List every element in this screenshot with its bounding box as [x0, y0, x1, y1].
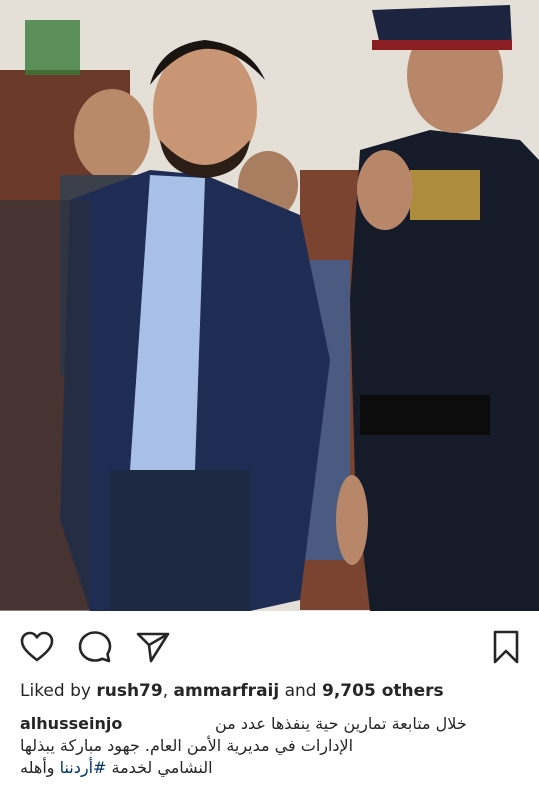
caption-line-1: خلال متابعة تمارين حية ينفذها عدد من	[215, 714, 467, 733]
caption-hashtag[interactable]: #أردننا	[60, 758, 107, 777]
likes-prefix: Liked by	[20, 681, 97, 701]
heart-icon[interactable]	[19, 629, 55, 665]
post-photo[interactable]	[0, 0, 539, 611]
likes-others-count[interactable]: 9,705 others	[322, 681, 444, 701]
caption-line-3-end: وأهله	[20, 758, 60, 777]
action-bar	[0, 611, 539, 681]
liker-username-2[interactable]: ammarfraij	[174, 681, 280, 701]
post-caption: alhusseinjo خلال متابعة تمارين حية ينفذه…	[20, 713, 520, 779]
comment-icon[interactable]	[77, 629, 113, 665]
liker-username-1[interactable]: rush79	[96, 681, 162, 701]
caption-line-2: الإدارات في مديرية الأمن العام. جهود مبا…	[20, 736, 354, 755]
post-photo-illustration	[0, 0, 539, 611]
bookmark-icon[interactable]	[488, 629, 524, 665]
likes-summary: Liked by rush79, ammarfraij and 9,705 ot…	[20, 681, 444, 701]
caption-line-3: النشامي لخدمة #أردننا وأهله	[20, 757, 245, 779]
likes-and: and	[279, 681, 322, 701]
send-icon[interactable]	[135, 629, 171, 665]
caption-username[interactable]: alhusseinjo	[20, 713, 122, 735]
caption-line-3-text: النشامي لخدمة	[106, 758, 213, 777]
likes-separator: ,	[162, 681, 174, 701]
